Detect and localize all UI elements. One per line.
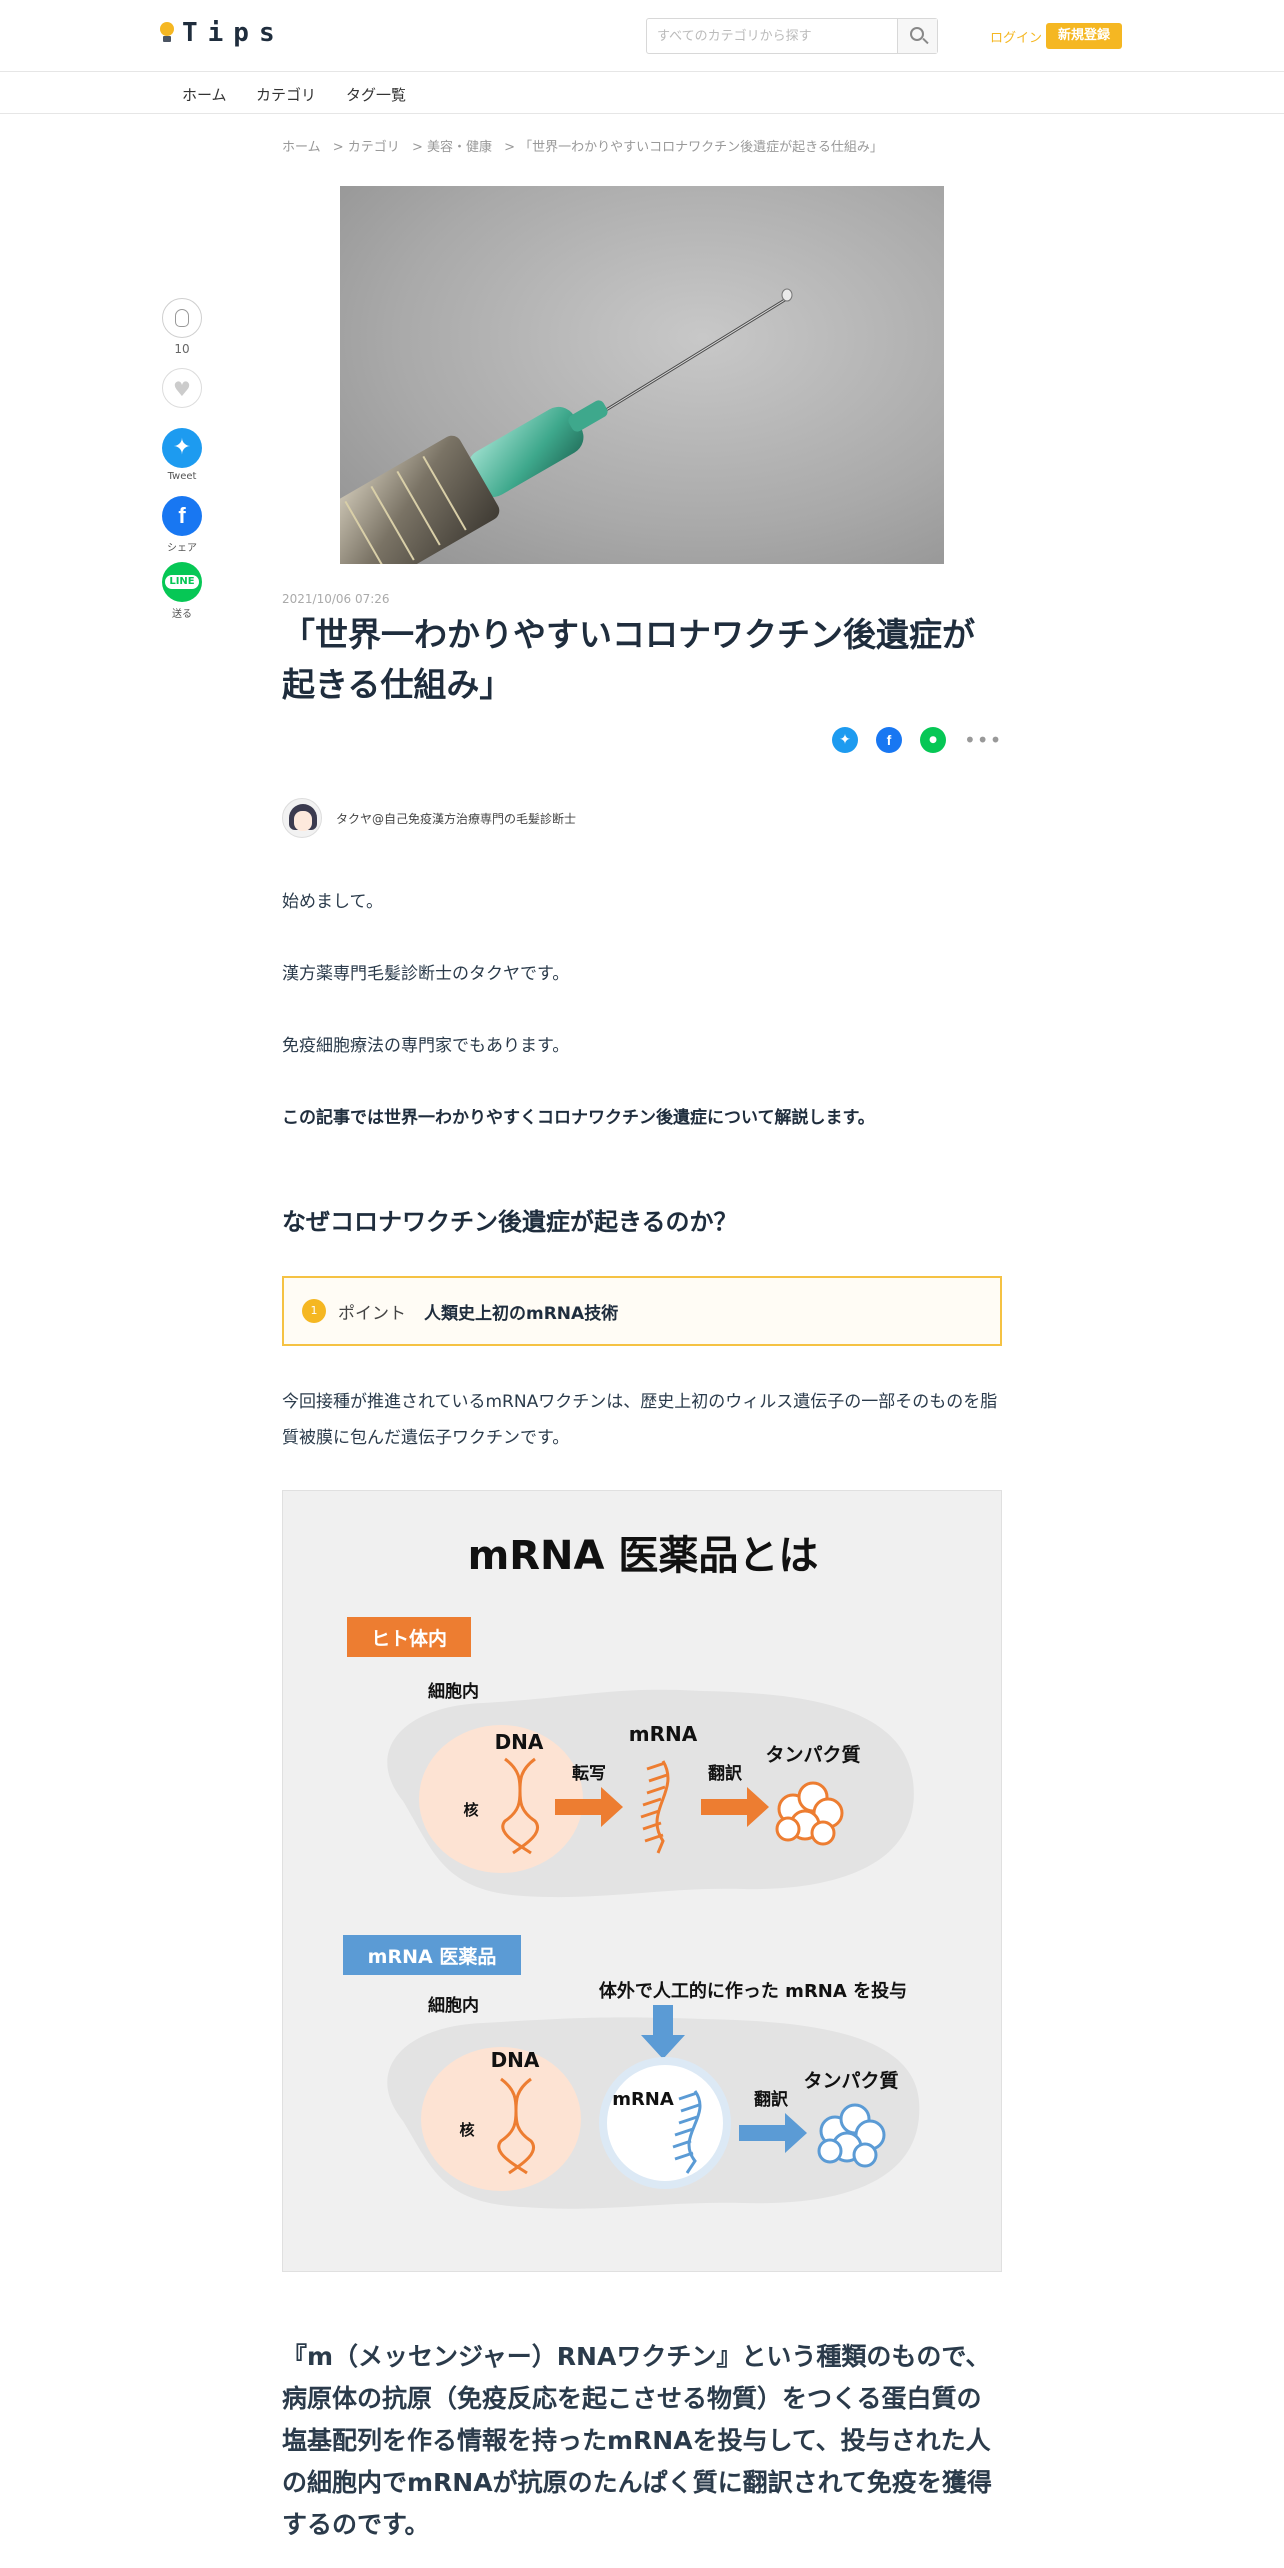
facebook-share-button[interactable]: f	[162, 496, 202, 536]
nav-item-tags[interactable]: タグ一覧	[346, 84, 406, 105]
line-send-label: 送る	[172, 609, 192, 620]
point-box: 1 ポイント 人類史上初のmRNA技術	[282, 1276, 1002, 1346]
clap-widget: 10	[160, 298, 204, 356]
mrna-diagram: mRNA 医薬品とは ヒト体内 細胞内 DNA 核 転写 mRNA 翻訳 タンパ…	[282, 1490, 1002, 2272]
diagram-title: mRNA 医薬品とは	[468, 1533, 819, 1579]
line-icon: LINE	[165, 575, 199, 589]
tweet-label: Tweet	[167, 471, 197, 482]
like-widget: ♥	[160, 368, 204, 408]
logo-text: Tips	[182, 18, 285, 48]
protein-label-2: タンパク質	[803, 2069, 898, 2092]
main-nav: ホーム カテゴリ タグ一覧	[0, 72, 1284, 114]
share-row: ✦ f ● •••	[832, 727, 1002, 753]
mrna-label-2: mRNA	[612, 2089, 674, 2110]
paragraph-mrna-vaccine: 今回接種が推進されているmRNAワクチンは、歴史上初のウィルス遺伝子の一部そのも…	[282, 1392, 998, 1448]
tweet-button[interactable]: ✦	[162, 428, 202, 468]
breadcrumb: ホーム > カテゴリ > 美容・健康 > 「世界一わかりやすいコロナワクチン後遺…	[282, 136, 891, 155]
search-button[interactable]	[897, 19, 937, 53]
tag-human-body: ヒト体内	[371, 1627, 447, 1650]
author-avatar	[282, 798, 322, 838]
twitter-share-icon[interactable]: ✦	[832, 727, 858, 753]
protein-label-1: タンパク質	[765, 1743, 860, 1766]
search-input[interactable]	[647, 19, 899, 53]
nav-item-category[interactable]: カテゴリ	[256, 84, 316, 105]
point-number-badge: 1	[302, 1299, 326, 1323]
post-date: 2021/10/06 07:26	[282, 592, 390, 606]
facebook-share-icon[interactable]: f	[876, 727, 902, 753]
site-header: Tips ログイン 新規登録	[0, 0, 1284, 72]
hero-image-syringe	[340, 186, 944, 564]
point-text: 人類史上初のmRNA技術	[424, 1303, 619, 1324]
signup-button[interactable]: 新規登録	[1046, 23, 1122, 49]
nucleus-label-2: 核	[459, 2121, 474, 2139]
like-button[interactable]: ♥	[162, 368, 202, 408]
breadcrumb-current: > 「世界一わかりやすいコロナワクチン後遺症が起きる仕組み」	[504, 140, 883, 155]
clap-icon	[175, 309, 189, 327]
section-heading: なぜコロナワクチン後遺症が起きるのか？	[282, 1208, 738, 1236]
line-widget: LINE 送る	[160, 562, 204, 620]
login-link[interactable]: ログイン	[990, 27, 1042, 46]
line-share-icon[interactable]: ●	[920, 727, 946, 753]
site-logo[interactable]: Tips	[160, 18, 285, 48]
search-box	[646, 18, 938, 54]
paragraph-summary: この記事では世界一わかりやすくコロナワクチン後遺症について解説します。	[282, 1108, 875, 1128]
facebook-icon: f	[178, 503, 186, 528]
clap-button[interactable]	[162, 298, 202, 338]
heart-icon: ♥	[173, 377, 191, 401]
dna-label-2: DNA	[491, 2048, 540, 2072]
lightbulb-icon	[160, 22, 174, 44]
point-label: ポイント	[338, 1303, 406, 1324]
more-options-icon[interactable]: •••	[964, 727, 1002, 753]
paragraph-expertise: 免疫細胞療法の専門家でもあります。	[282, 1036, 570, 1056]
clap-count: 10	[174, 342, 190, 356]
lipid-capsule	[599, 2057, 731, 2189]
breadcrumb-home[interactable]: ホーム	[282, 140, 321, 155]
tweet-widget: ✦ Tweet	[160, 428, 204, 482]
breadcrumb-category[interactable]: > カテゴリ	[333, 140, 400, 155]
facebook-share-label: シェア	[167, 543, 197, 554]
nav-item-home[interactable]: ホーム	[182, 84, 227, 105]
translation-label-2: 翻訳	[754, 2089, 789, 2110]
paragraph-mrna-mechanism: 『m（メッセンジャー）RNAワクチン』という種類のもので、病原体の抗原（免疫反応…	[282, 2342, 992, 2539]
author[interactable]: タクヤ@自己免疫漢方治療専門の毛髪診断士	[282, 798, 576, 838]
tag-mrna-drug: mRNA 医薬品	[368, 1945, 497, 1968]
inject-label: 体外で人工的に作った mRNA を投与	[599, 1980, 907, 2002]
transcription-label: 転写	[572, 1763, 606, 1784]
dna-label-1: DNA	[495, 1730, 544, 1754]
mrna-label-1: mRNA	[629, 1722, 698, 1746]
nucleus-label-1: 核	[463, 1801, 478, 1819]
cell-label-1: 細胞内	[428, 1681, 479, 1702]
twitter-bird-icon: ✦	[172, 435, 192, 460]
translation-label-1: 翻訳	[708, 1763, 743, 1784]
cell-label-2: 細胞内	[428, 1995, 479, 2016]
author-name: タクヤ@自己免疫漢方治療専門の毛髪診断士	[336, 811, 577, 826]
paragraph-intro: 漢方薬専門毛髪診断士のタクヤです。	[282, 964, 570, 984]
facebook-widget: f シェア	[160, 496, 204, 554]
paragraph-greeting: 始めまして。	[282, 892, 383, 912]
article-title: 「世界一わかりやすいコロナワクチン後遺症が起きる仕組み」	[282, 615, 975, 704]
breadcrumb-beauty-health[interactable]: > 美容・健康	[412, 140, 492, 155]
line-send-button[interactable]: LINE	[162, 562, 202, 602]
